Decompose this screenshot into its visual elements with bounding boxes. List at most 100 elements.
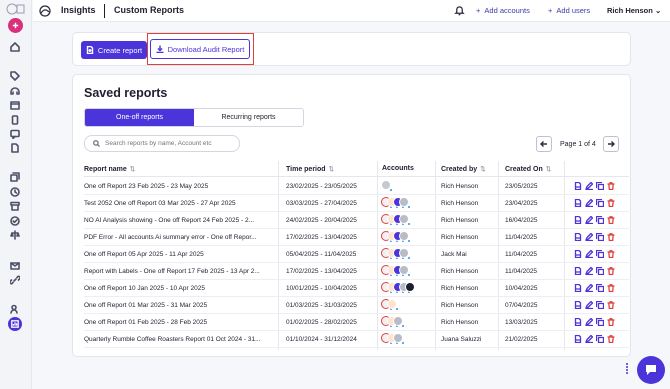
accounts-avatars[interactable] bbox=[381, 231, 411, 244]
copy-icon[interactable] bbox=[596, 182, 604, 190]
tab-one-off-reports[interactable]: One-off reports bbox=[85, 109, 194, 126]
pdf-icon[interactable] bbox=[574, 318, 582, 326]
bell-icon[interactable] bbox=[454, 5, 466, 17]
reports-icon[interactable] bbox=[8, 317, 22, 331]
table-row[interactable]: One off Report 01 Feb 2025 - 28 Feb 2025… bbox=[84, 314, 629, 331]
document-icon[interactable] bbox=[10, 143, 20, 153]
table-row[interactable]: One off Report 23 Feb 2025 - 23 May 2025… bbox=[84, 178, 629, 195]
edit-icon[interactable] bbox=[585, 267, 593, 275]
sort-icon: ⇅ bbox=[545, 166, 552, 173]
copy-icon[interactable] bbox=[596, 233, 604, 241]
col-created-by[interactable]: Created by ⇅ bbox=[441, 165, 486, 173]
table-row[interactable]: PDF Error - All accounts Ai summary erro… bbox=[84, 229, 629, 246]
table-row[interactable]: One off Report 05 Apr 2025 - 11 Apr 2025… bbox=[84, 246, 629, 263]
edit-icon[interactable] bbox=[585, 335, 593, 343]
edit-icon[interactable] bbox=[585, 182, 593, 190]
prev-page-button[interactable] bbox=[536, 136, 552, 152]
chat-bubble-button[interactable] bbox=[637, 356, 665, 384]
history-icon[interactable] bbox=[10, 187, 20, 197]
trash-icon[interactable] bbox=[607, 250, 615, 258]
calendar-icon[interactable] bbox=[10, 100, 20, 110]
headset-icon[interactable] bbox=[10, 86, 20, 96]
tag-icon[interactable] bbox=[10, 71, 20, 81]
trash-icon[interactable] bbox=[607, 199, 615, 207]
edit-icon[interactable] bbox=[585, 216, 593, 224]
account-avatar bbox=[387, 299, 399, 311]
table-row[interactable]: NO AI Analysis showing - One off Report … bbox=[84, 212, 629, 229]
accounts-avatars[interactable] bbox=[381, 299, 399, 312]
users-icon[interactable] bbox=[10, 304, 20, 314]
accounts-avatars[interactable] bbox=[381, 265, 411, 278]
accounts-avatars[interactable] bbox=[381, 248, 411, 261]
pdf-icon[interactable] bbox=[574, 335, 582, 343]
trash-icon[interactable] bbox=[607, 267, 615, 275]
accounts-avatars[interactable] bbox=[381, 180, 393, 193]
table-row[interactable]: One off Report 01 Mar 2025 - 31 Mar 2025… bbox=[84, 297, 629, 314]
add-accounts-link[interactable]: + Add accounts bbox=[476, 6, 530, 15]
copy-icon[interactable] bbox=[596, 335, 604, 343]
layers-icon[interactable] bbox=[10, 172, 20, 182]
search-input[interactable] bbox=[105, 140, 235, 147]
pdf-icon[interactable] bbox=[574, 250, 582, 258]
add-users-link[interactable]: + Add users bbox=[548, 6, 590, 15]
accounts-avatars[interactable] bbox=[381, 214, 411, 227]
col-time-period[interactable]: Time period ⇅ bbox=[286, 165, 334, 173]
home-icon[interactable] bbox=[10, 42, 20, 52]
scale-icon[interactable] bbox=[10, 230, 20, 240]
copy-icon[interactable] bbox=[596, 216, 604, 224]
pdf-icon[interactable] bbox=[574, 182, 582, 190]
trash-icon[interactable] bbox=[607, 182, 615, 190]
user-menu[interactable]: Rich Henson ⌄ bbox=[607, 6, 661, 15]
report-name-cell: One off Report 05 Apr 2025 - 11 Apr 2025 bbox=[84, 251, 204, 258]
edit-icon[interactable] bbox=[585, 301, 593, 309]
link-icon[interactable] bbox=[10, 275, 20, 285]
copy-icon[interactable] bbox=[596, 250, 604, 258]
pdf-icon[interactable] bbox=[574, 199, 582, 207]
row-actions bbox=[574, 250, 615, 258]
mail-icon[interactable] bbox=[10, 261, 20, 271]
copy-icon[interactable] bbox=[596, 267, 604, 275]
accounts-avatars[interactable] bbox=[381, 197, 411, 210]
accounts-avatars[interactable] bbox=[381, 282, 415, 295]
table-row[interactable]: One off Report 10 Jan 2025 - 10 Apr 2025… bbox=[84, 280, 629, 297]
download-audit-report-button[interactable]: Download Audit Report bbox=[150, 39, 250, 59]
copy-icon[interactable] bbox=[596, 301, 604, 309]
pdf-icon[interactable] bbox=[574, 233, 582, 241]
copy-icon[interactable] bbox=[596, 284, 604, 292]
trash-icon[interactable] bbox=[607, 216, 615, 224]
next-page-button[interactable] bbox=[603, 136, 619, 152]
trash-icon[interactable] bbox=[607, 233, 615, 241]
edit-icon[interactable] bbox=[585, 284, 593, 292]
trash-icon[interactable] bbox=[607, 301, 615, 309]
check-circle-icon[interactable] bbox=[10, 216, 20, 226]
accounts-avatars[interactable] bbox=[381, 333, 405, 346]
archive-icon[interactable] bbox=[10, 201, 20, 211]
pdf-icon[interactable] bbox=[574, 216, 582, 224]
copy-icon[interactable] bbox=[596, 318, 604, 326]
search-box bbox=[84, 135, 240, 152]
col-report-name[interactable]: Report name ⇅ bbox=[84, 165, 135, 173]
pdf-icon[interactable] bbox=[574, 301, 582, 309]
copy-icon[interactable] bbox=[596, 199, 604, 207]
pdf-icon[interactable] bbox=[574, 284, 582, 292]
pdf-icon[interactable] bbox=[574, 267, 582, 275]
table-row[interactable]: Report with Labels - One off Report 17 F… bbox=[84, 263, 629, 280]
message-icon[interactable] bbox=[10, 129, 20, 139]
create-report-button[interactable]: Create report bbox=[81, 41, 147, 59]
mobile-icon[interactable] bbox=[10, 115, 20, 125]
accounts-avatars[interactable] bbox=[381, 316, 405, 329]
table-row[interactable]: Test 2052 One off Report 03 Mar 2025 - 2… bbox=[84, 195, 629, 212]
trash-icon[interactable] bbox=[607, 318, 615, 326]
tab-recurring-reports[interactable]: Recurring reports bbox=[194, 109, 303, 126]
row-actions bbox=[574, 301, 615, 309]
edit-icon[interactable] bbox=[585, 318, 593, 326]
table-row[interactable]: Quarterly Rumble Coffee Roasters Report … bbox=[84, 331, 629, 348]
col-created-on[interactable]: Created On ⇅ bbox=[505, 165, 551, 173]
edit-icon[interactable] bbox=[585, 233, 593, 241]
edit-icon[interactable] bbox=[585, 250, 593, 258]
add-icon[interactable] bbox=[8, 18, 23, 33]
trash-icon[interactable] bbox=[607, 284, 615, 292]
trash-icon[interactable] bbox=[607, 335, 615, 343]
edit-icon[interactable] bbox=[585, 199, 593, 207]
drag-handle[interactable] bbox=[626, 362, 632, 378]
